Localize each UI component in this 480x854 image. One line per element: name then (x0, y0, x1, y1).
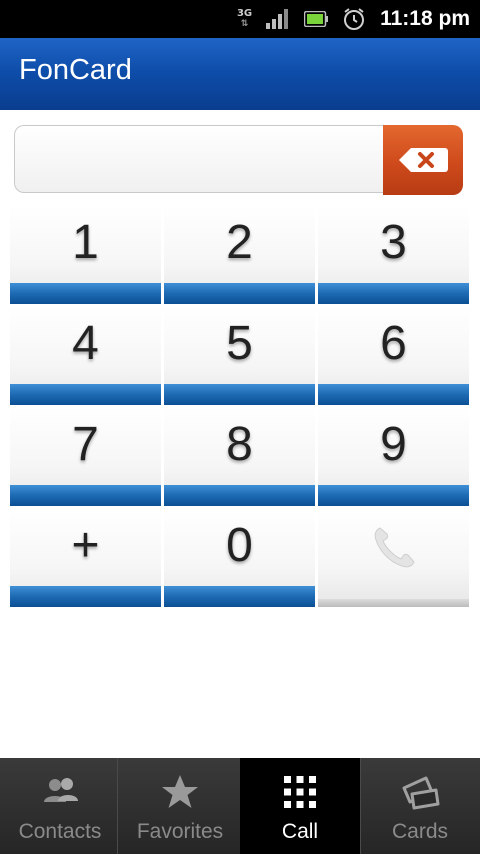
key-5[interactable]: 5 (164, 306, 315, 405)
backspace-button[interactable] (383, 125, 463, 195)
tab-label: Contacts (18, 820, 102, 843)
key-label: 5 (226, 317, 253, 370)
key-plus[interactable]: + (10, 508, 161, 607)
network-label: 3G (236, 8, 253, 19)
key-6[interactable]: 6 (318, 306, 469, 405)
tab-label: Call (281, 820, 319, 843)
signal-icon (266, 9, 289, 29)
call-button[interactable] (318, 508, 469, 607)
status-bar: 3G ⇅ 11:18 pm (0, 0, 480, 38)
network-3g-icon: 3G ⇅ (236, 8, 253, 30)
app-title: FonCard (19, 54, 132, 86)
tab-favorites[interactable]: Favorites (120, 758, 240, 854)
backspace-icon (399, 148, 448, 172)
key-label: 2 (226, 216, 253, 269)
number-entry (14, 125, 463, 195)
key-label: 8 (226, 418, 253, 471)
key-label: 9 (380, 418, 407, 471)
key-4[interactable]: 4 (10, 306, 161, 405)
title-bar: FonCard (0, 38, 480, 110)
key-7[interactable]: 7 (10, 407, 161, 506)
key-label: 1 (72, 216, 99, 269)
key-0[interactable]: 0 (164, 508, 315, 607)
key-label: 0 (226, 519, 253, 572)
key-3[interactable]: 3 (318, 205, 469, 304)
tab-cards[interactable]: Cards (360, 758, 480, 854)
phone-number-input[interactable] (14, 125, 384, 193)
tab-label: Favorites (136, 820, 224, 843)
alarm-icon (344, 8, 365, 30)
bottom-tab-bar: Contacts Favorites Call Cards (0, 758, 480, 854)
status-icons: 3G ⇅ 11:18 pm (237, 0, 470, 38)
contacts-icon (44, 778, 78, 802)
tab-label: Cards (391, 820, 449, 843)
key-label: 7 (72, 418, 99, 471)
status-time: 11:18 pm (380, 7, 470, 30)
key-2[interactable]: 2 (164, 205, 315, 304)
cards-icon (402, 776, 440, 810)
key-9[interactable]: 9 (318, 407, 469, 506)
key-8[interactable]: 8 (164, 407, 315, 506)
key-label: 3 (380, 216, 407, 269)
key-1[interactable]: 1 (10, 205, 161, 304)
key-label: 6 (380, 317, 407, 370)
phone-icon (374, 527, 415, 568)
tab-call[interactable]: Call (240, 758, 360, 854)
tab-contacts[interactable]: Contacts (0, 758, 120, 854)
key-label: + (71, 519, 100, 572)
key-label: 4 (72, 317, 99, 370)
battery-icon (304, 11, 329, 27)
star-icon (162, 775, 198, 808)
dialpad-icon (284, 776, 316, 808)
